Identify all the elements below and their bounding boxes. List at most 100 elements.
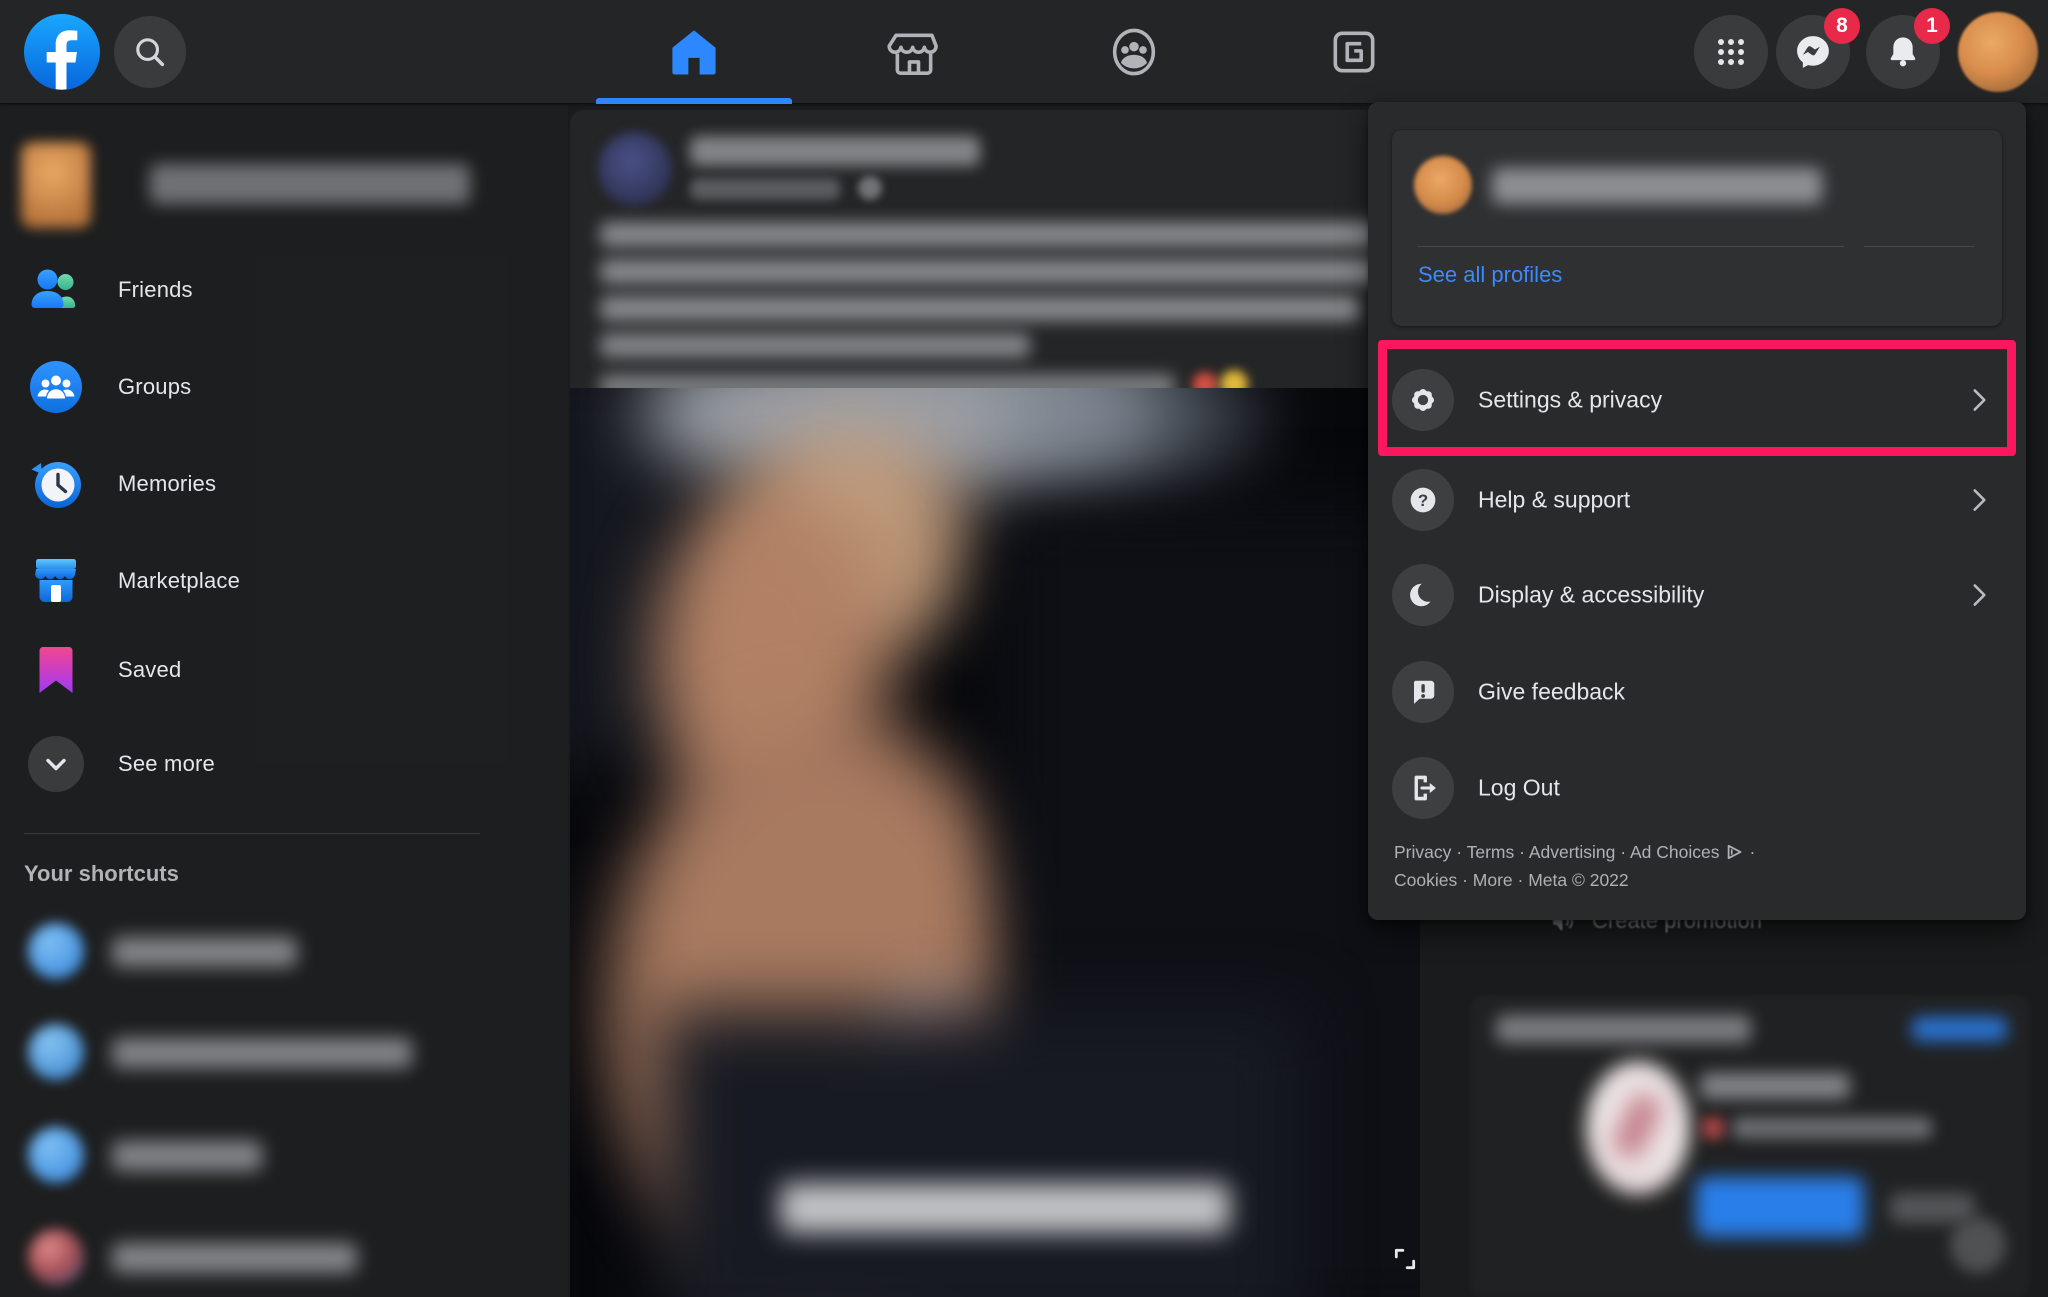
menu-item-label: Log Out xyxy=(1478,775,1560,802)
shortcuts-heading: Your shortcuts xyxy=(24,861,179,887)
post-text-line-redacted xyxy=(600,333,1030,358)
chevron-down-icon xyxy=(28,736,84,792)
facebook-f-icon xyxy=(24,14,100,90)
active-tab-underline xyxy=(596,98,792,104)
menu-footer-links: Privacy · Terms · Advertising · Ad Choic… xyxy=(1394,838,1994,895)
post-video-redacted[interactable] xyxy=(570,388,1420,1297)
see-all-profiles-link[interactable]: See all profiles xyxy=(1418,262,1562,288)
shortcut-item[interactable] xyxy=(0,1020,568,1116)
adchoices-triangle-icon xyxy=(1725,843,1743,861)
menu-item-label: Settings & privacy xyxy=(1478,387,1662,414)
suggestion-avatar-redacted[interactable] xyxy=(1586,1061,1690,1195)
sidebar-item-label: Marketplace xyxy=(118,568,240,594)
shortcut-icon xyxy=(28,1024,84,1080)
memories-clock-icon xyxy=(28,456,84,512)
marketplace-store-icon xyxy=(28,553,84,609)
tab-gaming[interactable] xyxy=(1244,0,1464,104)
groups-icon xyxy=(1107,25,1161,79)
footer-line-1[interactable]: Privacy · Terms · Advertising · Ad Choic… xyxy=(1394,838,1994,866)
tab-marketplace[interactable] xyxy=(804,0,1024,104)
menu-item-label: Display & accessibility xyxy=(1478,582,1704,609)
search-button[interactable] xyxy=(114,16,186,88)
secondary-text-redacted xyxy=(1890,1193,1975,1223)
apps-grid-icon xyxy=(1711,32,1751,72)
menu-item-label: Help & support xyxy=(1478,487,1630,514)
suggestion-subtext-redacted xyxy=(1732,1117,1932,1139)
footer-line-2[interactable]: Cookies · More · Meta © 2022 xyxy=(1394,866,1994,894)
shortcut-name-redacted xyxy=(112,937,297,967)
shortcut-name-redacted xyxy=(112,1038,412,1068)
notifications-badge: 1 xyxy=(1914,8,1950,44)
footer-links-text: Cookies · More · Meta © 2022 xyxy=(1394,866,1629,894)
sidebar-item-memories[interactable]: Memories xyxy=(0,436,568,532)
shortcut-icon xyxy=(28,1229,84,1285)
sidebar-item-see-more[interactable]: See more xyxy=(0,716,568,812)
shortcut-item[interactable] xyxy=(0,919,568,1015)
svg-text:?: ? xyxy=(1418,491,1428,510)
menu-profile-avatar xyxy=(1414,156,1472,214)
feedback-bubble-icon xyxy=(1392,661,1454,723)
menu-item-log-out[interactable]: Log Out xyxy=(1376,743,2018,833)
left-sidebar: Friends Groups Memori xyxy=(0,104,568,1297)
profile-name-redacted xyxy=(150,164,470,204)
post-text-line-redacted xyxy=(600,222,1390,247)
sidebar-item-saved[interactable]: Saved xyxy=(0,622,568,718)
post-text-line-redacted xyxy=(600,296,1360,321)
menu-item-settings-privacy[interactable]: Settings & privacy xyxy=(1376,355,2018,445)
shortcut-item[interactable] xyxy=(0,1123,568,1219)
post-author-name-redacted[interactable] xyxy=(690,136,980,166)
menu-item-give-feedback[interactable]: Give feedback xyxy=(1376,647,2018,737)
sidebar-item-friends[interactable]: Friends xyxy=(0,242,568,338)
messenger-button[interactable]: 8 xyxy=(1776,15,1850,89)
suggestion-name-redacted xyxy=(1700,1073,1850,1099)
apps-menu-button[interactable] xyxy=(1694,15,1768,89)
menu-item-help-support[interactable]: ? Help & support xyxy=(1376,455,2018,545)
sidebar-item-label: Friends xyxy=(118,277,193,303)
menu-item-label: Give feedback xyxy=(1478,679,1625,706)
action-button-redacted[interactable] xyxy=(1696,1177,1864,1237)
main-tabs xyxy=(584,0,1464,104)
chevron-right-icon xyxy=(1962,383,1996,417)
facebook-dark-ui: 8 1 xyxy=(0,0,2048,1297)
card-link-redacted[interactable] xyxy=(1912,1017,2007,1041)
friends-icon xyxy=(28,262,84,318)
messenger-badge: 8 xyxy=(1824,8,1860,44)
post-text-line-redacted xyxy=(600,259,1390,284)
card-divider xyxy=(1418,246,1844,247)
storefront-icon xyxy=(887,25,941,79)
logout-door-icon xyxy=(1392,757,1454,819)
menu-item-display-accessibility[interactable]: Display & accessibility xyxy=(1376,550,2018,640)
gear-icon xyxy=(1392,369,1454,431)
chat-bubble-button-redacted[interactable] xyxy=(1950,1217,2006,1273)
suggestion-flag-redacted xyxy=(1702,1117,1724,1139)
facebook-logo[interactable] xyxy=(24,14,100,90)
sidebar-divider xyxy=(24,833,480,834)
sidebar-profile-item[interactable] xyxy=(0,136,568,236)
tab-groups[interactable] xyxy=(1024,0,1244,104)
sidebar-item-label: See more xyxy=(118,751,215,777)
tab-home[interactable] xyxy=(584,0,804,104)
card-heading-redacted xyxy=(1496,1015,1751,1043)
sidebar-item-groups[interactable]: Groups xyxy=(0,339,568,435)
chevron-right-icon xyxy=(1962,578,1996,612)
shortcut-item[interactable] xyxy=(0,1225,568,1297)
menu-profile-card[interactable]: See all profiles xyxy=(1392,130,2002,326)
post-author-avatar[interactable] xyxy=(598,132,672,206)
privacy-globe-icon xyxy=(858,176,882,200)
help-question-icon: ? xyxy=(1392,469,1454,531)
sidebar-item-label: Saved xyxy=(118,657,181,683)
gaming-icon xyxy=(1327,25,1381,79)
card-divider xyxy=(1864,246,1974,247)
notifications-button[interactable]: 1 xyxy=(1866,15,1940,89)
top-navigation-bar: 8 1 xyxy=(0,0,2048,104)
sidebar-item-label: Groups xyxy=(118,374,191,400)
profile-avatar xyxy=(21,142,91,228)
saved-bookmark-icon xyxy=(28,642,84,698)
fullscreen-icon[interactable] xyxy=(1392,1246,1418,1272)
search-icon xyxy=(131,33,169,71)
shortcut-icon xyxy=(28,1127,84,1183)
account-avatar-button[interactable] xyxy=(1958,12,2038,92)
sidebar-item-marketplace[interactable]: Marketplace xyxy=(0,533,568,629)
home-icon xyxy=(667,25,721,79)
post-timestamp-redacted xyxy=(690,178,840,200)
